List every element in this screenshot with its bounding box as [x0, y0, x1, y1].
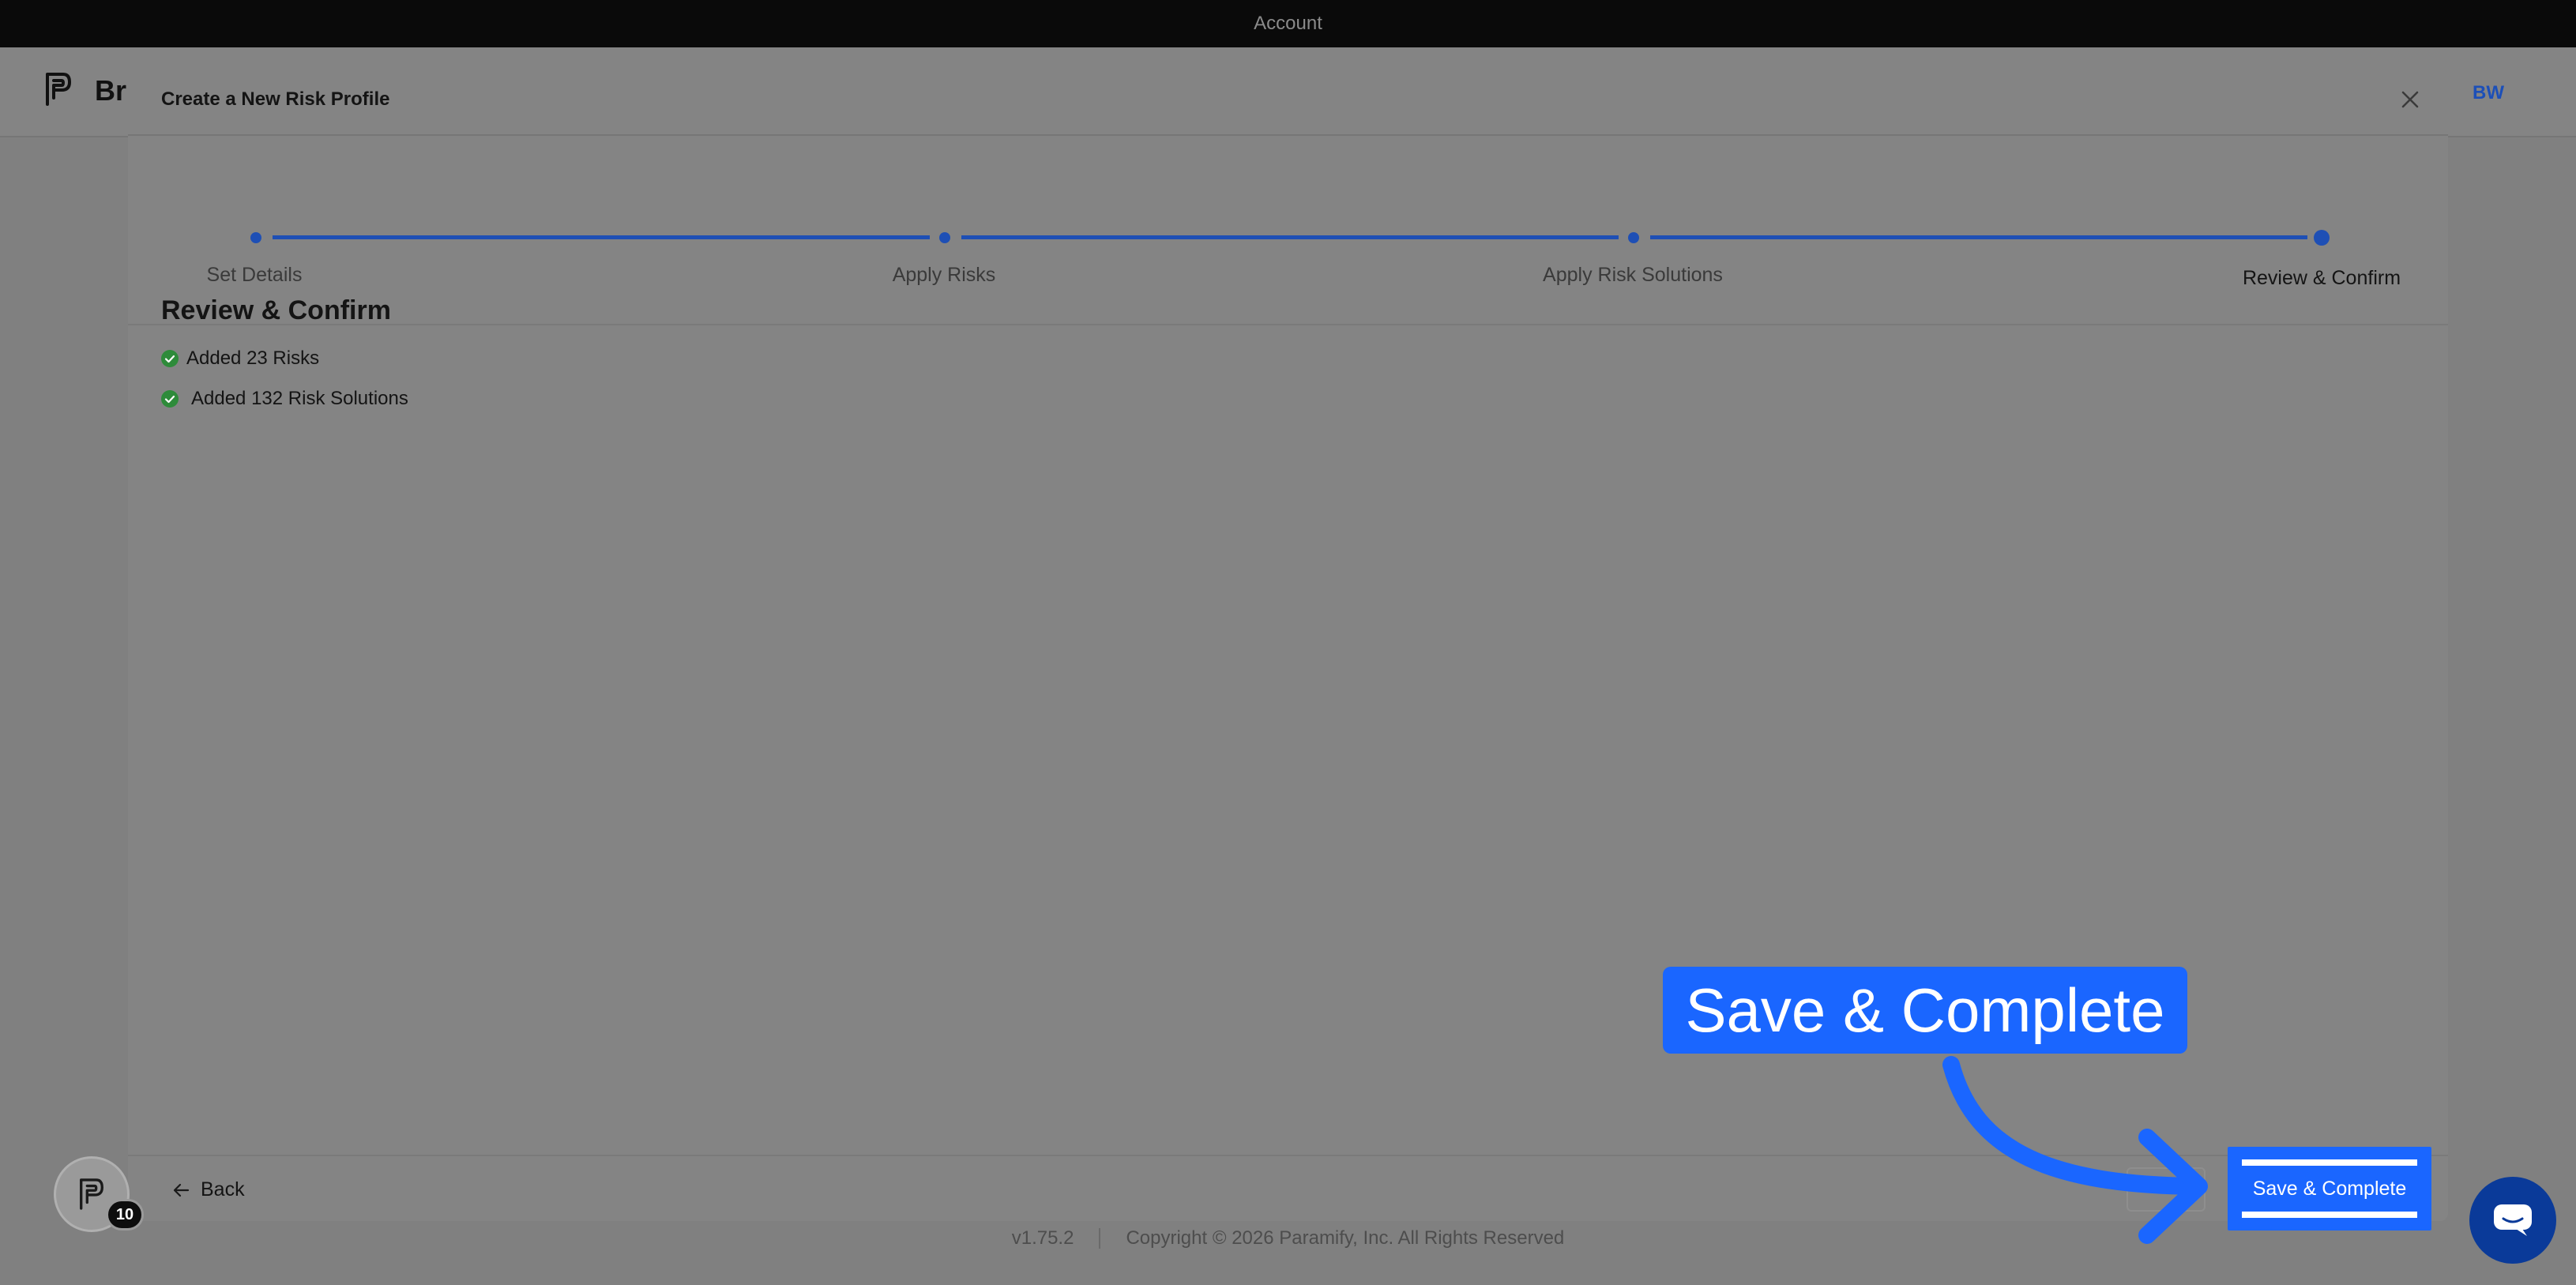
step-label-apply-risks[interactable]: Apply Risks: [893, 264, 996, 287]
modal-title: Create a New Risk Profile: [161, 88, 390, 110]
check-circle-icon: [161, 350, 179, 367]
step-label-apply-risk-solutions[interactable]: Apply Risk Solutions: [1543, 264, 1723, 287]
back-label: Back: [201, 1178, 245, 1200]
review-section-title: Review & Confirm: [161, 295, 391, 325]
step-dot-apply-risks[interactable]: [939, 232, 950, 243]
arrow-left-icon: [173, 1183, 190, 1197]
version-text: v1.75.2: [1011, 1227, 1074, 1249]
summary-item-risks: Added 23 Risks: [161, 348, 319, 370]
window-title: Account: [1254, 13, 1322, 34]
save-highlight-frame: Save & Complete: [2228, 1147, 2431, 1231]
step-dot-review-confirm[interactable]: [2314, 230, 2330, 246]
window-titlebar: Account: [0, 0, 2576, 47]
step-connector: [961, 235, 1619, 239]
back-button[interactable]: Back: [172, 1178, 245, 1201]
step-label-set-details[interactable]: Set Details: [207, 264, 303, 287]
step-dot-set-details[interactable]: [250, 232, 261, 243]
summary-text: Added 23 Risks: [186, 348, 320, 369]
copyright-text: Copyright © 2026 Paramify, Inc. All Righ…: [1126, 1227, 1565, 1249]
paramify-logo-icon: [80, 1178, 103, 1210]
chat-bubble-icon: [2494, 1204, 2532, 1236]
modal-header: Create a New Risk Profile: [128, 65, 2448, 136]
paramify-logo-icon[interactable]: [43, 71, 74, 107]
footer-divider: [1099, 1228, 1101, 1249]
step-label-review-confirm[interactable]: Review & Confirm: [2243, 267, 2401, 290]
progress-stepper: Set Details Apply Risks Apply Risk Solut…: [128, 136, 2448, 325]
chat-button[interactable]: [2469, 1177, 2556, 1264]
close-icon[interactable]: [2396, 85, 2424, 114]
summary-text: Added 132 Risk Solutions: [191, 388, 408, 409]
step-dot-apply-risk-solutions[interactable]: [1628, 232, 1639, 243]
step-connector: [1650, 235, 2307, 239]
tutorial-callout: Save & Complete: [1663, 967, 2187, 1054]
check-circle-icon: [161, 390, 179, 408]
notification-badge[interactable]: 10: [106, 1199, 144, 1231]
step-connector: [273, 235, 930, 239]
user-avatar[interactable]: BW: [2473, 82, 2504, 104]
callout-arrow-icon: [1942, 1056, 2208, 1244]
save-complete-button[interactable]: Save & Complete: [2242, 1159, 2417, 1218]
summary-item-risk-solutions: Added 132 Risk Solutions: [161, 388, 408, 410]
